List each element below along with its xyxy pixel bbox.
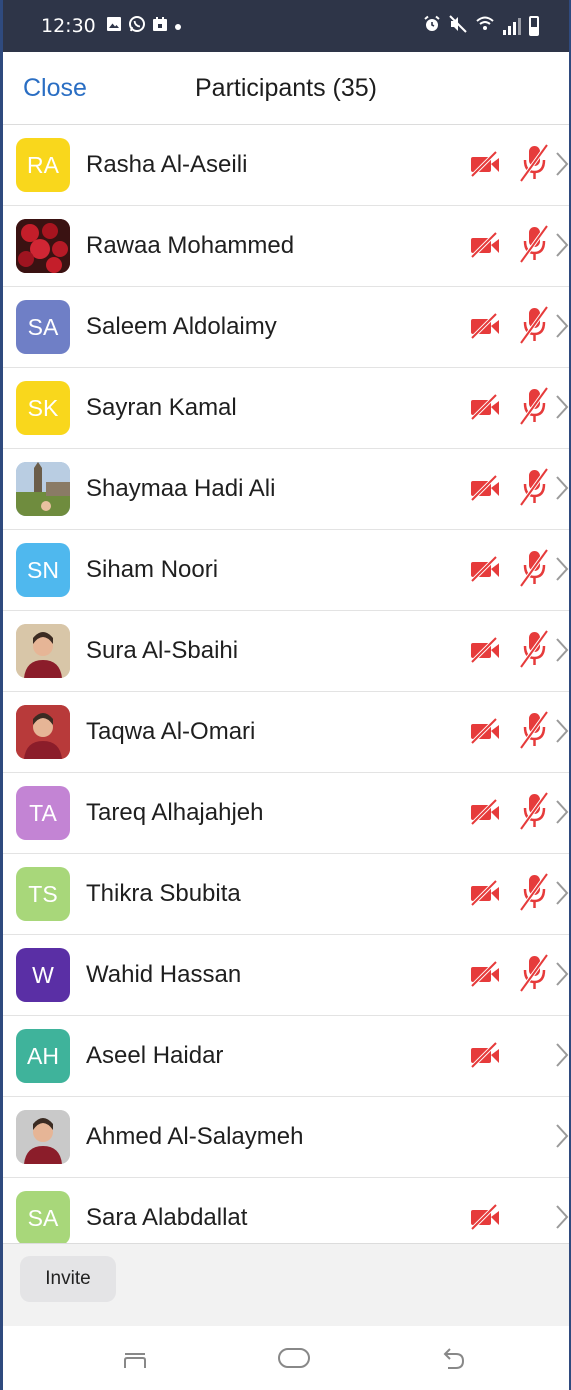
footer-bar: Invite bbox=[3, 1243, 569, 1326]
chevron-right-icon[interactable] bbox=[555, 1042, 569, 1073]
chevron-right-icon[interactable] bbox=[555, 961, 569, 992]
video-off-icon bbox=[468, 311, 502, 344]
mic-muted-icon bbox=[518, 467, 550, 512]
system-nav-bar bbox=[3, 1326, 569, 1390]
page-title: Participants (35) bbox=[194, 73, 378, 102]
chevron-right-icon[interactable] bbox=[555, 151, 569, 182]
participant-row[interactable]: RA Rasha Al-Aseili bbox=[3, 125, 569, 206]
chevron-right-icon[interactable] bbox=[555, 880, 569, 911]
avatar-initials: RA bbox=[16, 138, 70, 192]
dot-icon bbox=[174, 16, 182, 36]
video-off-icon bbox=[468, 554, 502, 587]
mic-muted-icon bbox=[518, 953, 550, 998]
chevron-right-icon[interactable] bbox=[555, 475, 569, 506]
avatar-initials: AH bbox=[16, 1029, 70, 1083]
participant-row[interactable]: Rawaa Mohammed bbox=[3, 206, 569, 287]
chevron-right-icon[interactable] bbox=[555, 556, 569, 587]
participant-row[interactable]: Ahmed Al-Salaymeh bbox=[3, 1097, 569, 1178]
avatar-initials: TS bbox=[16, 867, 70, 921]
chevron-right-icon[interactable] bbox=[555, 637, 569, 668]
mic-muted-icon bbox=[518, 305, 550, 350]
invite-button[interactable]: Invite bbox=[20, 1256, 116, 1302]
avatar-initials: SA bbox=[16, 300, 70, 354]
mic-muted-icon bbox=[518, 143, 550, 188]
participant-row[interactable]: AH Aseel Haidar bbox=[3, 1016, 569, 1097]
participant-row[interactable]: SN Siham Noori bbox=[3, 530, 569, 611]
avatar-initials: TA bbox=[16, 786, 70, 840]
participant-list: RA Rasha Al-Aseili Rawaa Mohammed SA Saleem … bbox=[3, 125, 569, 1259]
mic-muted-icon bbox=[518, 791, 550, 836]
mic-muted-icon bbox=[518, 386, 550, 431]
calendar-icon bbox=[152, 16, 168, 37]
chevron-right-icon[interactable] bbox=[555, 799, 569, 830]
video-off-icon bbox=[468, 230, 502, 263]
alarm-icon bbox=[423, 15, 441, 38]
video-off-icon bbox=[468, 473, 502, 506]
mic-muted-icon bbox=[518, 629, 550, 674]
participant-row[interactable]: TS Thikra Sbubita bbox=[3, 854, 569, 935]
video-off-icon bbox=[468, 635, 502, 668]
chevron-right-icon[interactable] bbox=[555, 718, 569, 749]
avatar-initials: SA bbox=[16, 1191, 70, 1245]
signal-icon bbox=[503, 17, 521, 35]
participants-header: Close Participants (35) bbox=[3, 52, 569, 125]
video-off-icon bbox=[468, 1040, 502, 1073]
avatar-photo bbox=[16, 1110, 70, 1164]
video-off-icon bbox=[468, 1202, 502, 1235]
video-off-icon bbox=[468, 392, 502, 425]
mic-muted-icon bbox=[518, 548, 550, 593]
video-off-icon bbox=[468, 797, 502, 830]
video-off-icon bbox=[468, 716, 502, 749]
video-off-icon bbox=[468, 959, 502, 992]
participant-row[interactable]: W Wahid Hassan bbox=[3, 935, 569, 1016]
chevron-right-icon[interactable] bbox=[555, 394, 569, 425]
chevron-right-icon[interactable] bbox=[555, 1204, 569, 1235]
participant-row[interactable]: Shaymaa Hadi Ali bbox=[3, 449, 569, 530]
image-icon bbox=[106, 16, 122, 37]
participant-row[interactable]: Taqwa Al-Omari bbox=[3, 692, 569, 773]
chevron-right-icon[interactable] bbox=[555, 232, 569, 263]
recents-icon[interactable] bbox=[121, 1346, 149, 1375]
mic-muted-icon bbox=[518, 872, 550, 917]
avatar-photo bbox=[16, 624, 70, 678]
close-button[interactable]: Close bbox=[23, 74, 87, 103]
avatar-photo bbox=[16, 705, 70, 759]
home-icon[interactable] bbox=[277, 1346, 311, 1375]
participant-row[interactable]: SK Sayran Kamal bbox=[3, 368, 569, 449]
avatar-initials: SK bbox=[16, 381, 70, 435]
avatar-photo bbox=[16, 219, 70, 273]
whatsapp-icon bbox=[128, 15, 146, 38]
status-bar: 12:30 bbox=[3, 0, 569, 52]
participant-row[interactable]: TA Tareq Alhajahjeh bbox=[3, 773, 569, 854]
avatar-photo bbox=[16, 462, 70, 516]
video-off-icon bbox=[468, 149, 502, 182]
video-off-icon bbox=[468, 878, 502, 911]
mute-icon bbox=[449, 14, 467, 38]
participant-row[interactable]: Sura Al-Sbaihi bbox=[3, 611, 569, 692]
chevron-right-icon[interactable] bbox=[555, 1123, 569, 1154]
back-icon[interactable] bbox=[439, 1346, 467, 1377]
participant-row[interactable]: SA Saleem Aldolaimy bbox=[3, 287, 569, 368]
wifi-icon bbox=[475, 15, 495, 38]
mic-muted-icon bbox=[518, 710, 550, 755]
app-window: 12:30 Close Participants (35) RA Rasha A… bbox=[0, 0, 571, 1390]
chevron-right-icon[interactable] bbox=[555, 313, 569, 344]
status-time: 12:30 bbox=[41, 15, 96, 37]
avatar-initials: W bbox=[16, 948, 70, 1002]
battery-icon bbox=[529, 16, 539, 36]
avatar-initials: SN bbox=[16, 543, 70, 597]
participant-name: Ahmed Al-Salaymeh bbox=[86, 1123, 304, 1150]
mic-muted-icon bbox=[518, 224, 550, 269]
